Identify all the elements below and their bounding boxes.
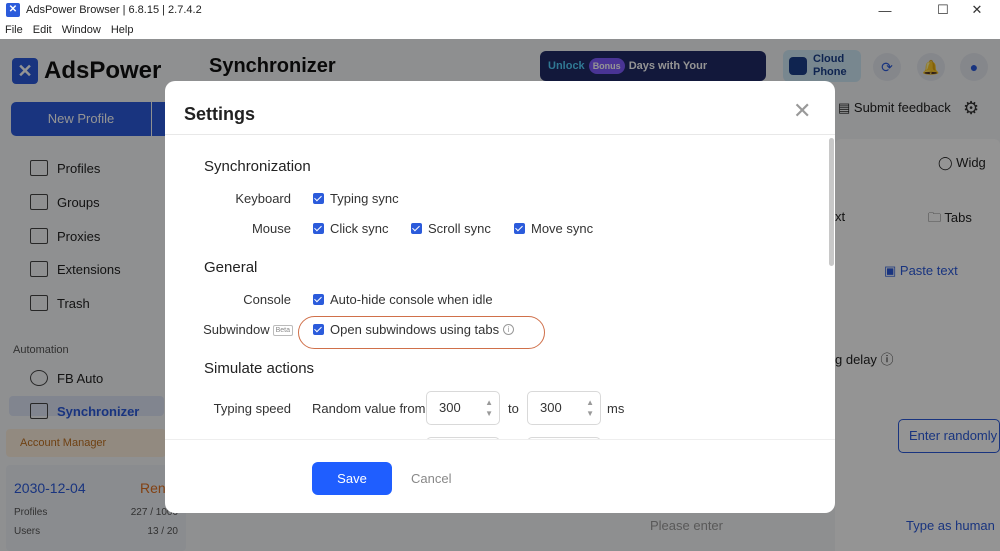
- from-value: 300: [439, 400, 461, 415]
- minimize-button[interactable]: —: [862, 0, 908, 20]
- stepper-icon[interactable]: ▲ ▼: [485, 397, 493, 419]
- dialog-scrollbar[interactable]: [829, 138, 834, 266]
- random-value-from-label: Random value from: [312, 401, 426, 416]
- subwindow-label-row: Subwindow Beta: [201, 322, 293, 337]
- scroll-sync-checkbox[interactable]: Scroll sync: [411, 221, 491, 236]
- cancel-button[interactable]: Cancel: [411, 462, 451, 495]
- typing-sync-checkbox[interactable]: Typing sync: [313, 191, 399, 206]
- section-simulate-actions: Simulate actions: [204, 360, 315, 377]
- menu-window[interactable]: Window: [62, 24, 101, 36]
- settings-dialog-header: Settings ✕: [165, 81, 835, 135]
- auto-hide-console-label: Auto-hide console when idle: [330, 292, 493, 307]
- window-title: AdsPower Browser | 6.8.15 | 2.7.4.2: [26, 4, 202, 16]
- click-sync-label: Click sync: [330, 221, 389, 236]
- scroll-sync-label: Scroll sync: [428, 221, 491, 236]
- adspower-app-icon: ✕: [6, 3, 20, 17]
- close-window-button[interactable]: ✕: [954, 0, 1000, 20]
- unit-label: ms: [607, 401, 625, 416]
- settings-dialog: Settings ✕ Synchronization Keyboard Typi…: [165, 81, 835, 513]
- menu-edit[interactable]: Edit: [33, 24, 52, 36]
- mouse-label: Mouse: [251, 221, 291, 236]
- console-label: Console: [243, 292, 291, 307]
- stepper-icon[interactable]: ▲ ▼: [586, 397, 594, 419]
- keyboard-label: Keyboard: [235, 191, 291, 206]
- typing-sync-label: Typing sync: [330, 191, 399, 206]
- checkbox-checked-icon: [313, 193, 324, 204]
- menu-help[interactable]: Help: [111, 24, 134, 36]
- annotation-highlight-ring: [298, 316, 545, 349]
- move-sync-label: Move sync: [531, 221, 594, 236]
- section-general: General: [204, 259, 258, 276]
- section-synchronization: Synchronization: [204, 158, 311, 175]
- menu-bar: File Edit Window Help: [0, 20, 1000, 39]
- checkbox-checked-icon: [313, 294, 324, 305]
- settings-dialog-body[interactable]: Synchronization Keyboard Typing sync Mou…: [165, 136, 835, 439]
- move-sync-checkbox[interactable]: Move sync: [514, 221, 593, 236]
- save-button[interactable]: Save: [312, 462, 392, 495]
- typing-speed-to-input[interactable]: 300 ▲ ▼: [527, 391, 601, 425]
- checkbox-checked-icon: [514, 223, 525, 234]
- beta-badge: Beta: [272, 325, 293, 337]
- typing-speed-from-input[interactable]: 300 ▲ ▼: [426, 391, 500, 425]
- typing-speed-label: Typing speed: [213, 401, 291, 416]
- auto-hide-console-checkbox[interactable]: Auto-hide console when idle: [313, 292, 493, 307]
- checkbox-checked-icon: [313, 223, 324, 234]
- subwindow-label: Subwindow: [203, 322, 270, 337]
- settings-dialog-title: Settings: [184, 104, 256, 124]
- checkbox-checked-icon: [411, 223, 422, 234]
- click-sync-checkbox[interactable]: Click sync: [313, 221, 389, 236]
- window-titlebar: ✕ AdsPower Browser | 6.8.15 | 2.7.4.2: [0, 0, 1000, 20]
- to-value: 300: [540, 400, 562, 415]
- close-dialog-button[interactable]: ✕: [793, 99, 811, 123]
- to-label: to: [508, 401, 519, 416]
- settings-dialog-footer: Save Cancel: [165, 439, 835, 513]
- menu-file[interactable]: File: [5, 24, 23, 36]
